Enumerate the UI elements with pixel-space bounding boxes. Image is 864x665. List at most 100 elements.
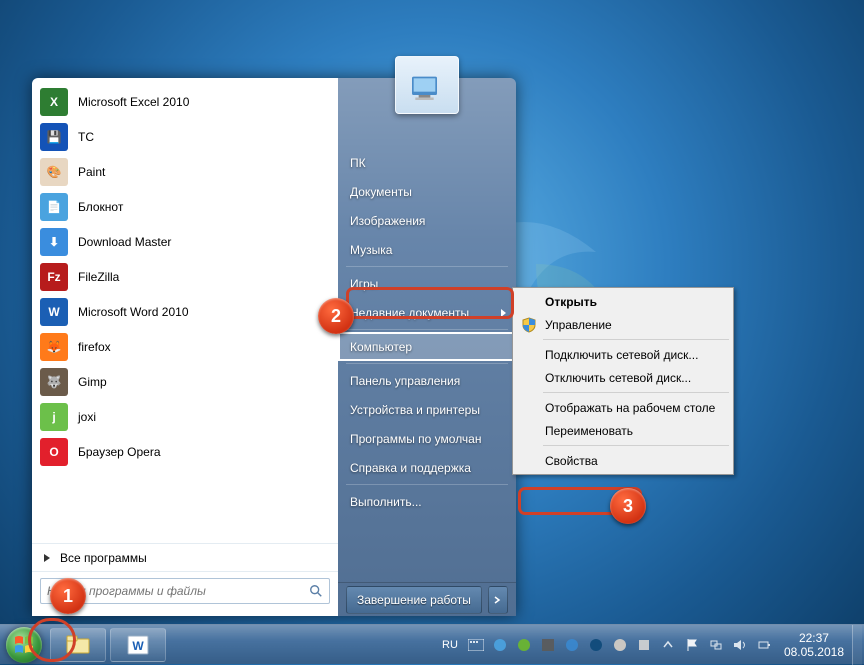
- tray-chevron-up-icon[interactable]: [658, 635, 678, 655]
- program-label: firefox: [78, 340, 111, 354]
- right-panel-item[interactable]: Справка и поддержка: [338, 453, 516, 482]
- program-item[interactable]: 🦊firefox: [32, 329, 338, 364]
- shutdown-label: Завершение работы: [357, 593, 471, 607]
- clock-time: 22:37: [784, 631, 844, 645]
- separator: [346, 329, 508, 330]
- right-panel-item[interactable]: Устройства и принтеры: [338, 395, 516, 424]
- search-icon: [303, 584, 329, 598]
- program-label: Paint: [78, 165, 105, 179]
- separator: [543, 339, 729, 340]
- start-menu-left: X Microsoft Excel 2010 💾TC🎨Paint📄Блокнот ⬇ D…: [32, 78, 338, 616]
- right-panel-item[interactable]: Программы по умолчан: [338, 424, 516, 453]
- program-item[interactable]: 🎨Paint: [32, 154, 338, 189]
- system-tray: RU 22:37 08.05.2018: [436, 625, 864, 664]
- program-item[interactable]: 💾TC: [32, 119, 338, 154]
- program-label: joxi: [78, 410, 96, 424]
- program-icon: 🐺: [40, 368, 68, 396]
- separator: [543, 392, 729, 393]
- task-word[interactable]: W: [110, 628, 166, 662]
- right-item-label: Устройства и принтеры: [350, 403, 480, 417]
- context-menu-item[interactable]: Переименовать: [515, 419, 731, 442]
- program-item[interactable]: ⬇ Download Master: [32, 224, 338, 259]
- tray-app4-icon[interactable]: [562, 635, 582, 655]
- program-label: Microsoft Excel 2010: [78, 95, 189, 109]
- context-item-label: Управление: [545, 318, 612, 332]
- program-icon: 📄: [40, 193, 68, 221]
- right-panel-item[interactable]: Документы: [338, 177, 516, 206]
- right-panel-item[interactable]: Компьютер: [338, 332, 516, 361]
- program-label: FileZilla: [78, 270, 119, 284]
- shutdown-button[interactable]: Завершение работы: [346, 586, 482, 614]
- context-item-label: Отображать на рабочем столе: [545, 401, 715, 415]
- program-label: Gimp: [78, 375, 107, 389]
- context-menu-item[interactable]: Свойства: [515, 449, 731, 472]
- program-item[interactable]: WMicrosoft Word 2010: [32, 294, 338, 329]
- shutdown-row: Завершение работы: [338, 582, 516, 616]
- tray-network-icon[interactable]: [706, 635, 726, 655]
- context-item-label: Открыть: [545, 295, 597, 309]
- right-item-label: Документы: [350, 185, 412, 199]
- program-icon: Fz: [40, 263, 68, 291]
- program-label: Браузер Opera: [78, 445, 161, 459]
- triangle-right-icon: [44, 554, 50, 562]
- clock-date: 08.05.2018: [784, 645, 844, 659]
- context-menu-item[interactable]: Отображать на рабочем столе: [515, 396, 731, 419]
- shutdown-options-arrow[interactable]: [488, 586, 508, 614]
- right-item-label: Компьютер: [350, 340, 412, 354]
- all-programs[interactable]: Все программы: [32, 543, 338, 571]
- program-list: X Microsoft Excel 2010 💾TC🎨Paint📄Блокнот ⬇ D…: [32, 84, 338, 539]
- context-item-label: Подключить сетевой диск...: [545, 348, 698, 362]
- taskbar: W RU 22:37 08.05.2018: [0, 624, 864, 664]
- context-menu: Открыть Управление Подключить сетевой диск…: [512, 287, 734, 475]
- right-panel-item[interactable]: Музыка: [338, 235, 516, 264]
- context-menu-item[interactable]: Открыть: [515, 290, 731, 313]
- callout-2: 2: [318, 298, 354, 334]
- program-item[interactable]: OБраузер Opera: [32, 434, 338, 469]
- context-menu-item[interactable]: Управление: [515, 313, 731, 336]
- program-icon: 💾: [40, 123, 68, 151]
- program-label: Download Master: [78, 235, 171, 249]
- program-icon: X: [40, 88, 68, 116]
- separator: [346, 363, 508, 364]
- right-panel-item[interactable]: Панель управления: [338, 366, 516, 395]
- tray-app2-icon[interactable]: [514, 635, 534, 655]
- right-item-label: Программы по умолчан: [350, 432, 481, 446]
- start-menu: X Microsoft Excel 2010 💾TC🎨Paint📄Блокнот ⬇ D…: [32, 78, 516, 616]
- right-panel-item[interactable]: ПК: [338, 148, 516, 177]
- right-item-label: Справка и поддержка: [350, 461, 471, 475]
- program-icon: ⬇: [40, 228, 68, 256]
- tray-volume-icon[interactable]: [730, 635, 750, 655]
- program-item[interactable]: 📄Блокнот: [32, 189, 338, 224]
- program-icon: j: [40, 403, 68, 431]
- tray-keyboard-icon[interactable]: [466, 635, 486, 655]
- taskbar-clock[interactable]: 22:37 08.05.2018: [776, 631, 852, 659]
- program-item[interactable]: X Microsoft Excel 2010: [32, 84, 338, 119]
- context-menu-item[interactable]: Подключить сетевой диск...: [515, 343, 731, 366]
- tray-app6-icon[interactable]: [610, 635, 630, 655]
- highlight-ring-computer: [346, 287, 514, 319]
- program-icon: W: [40, 298, 68, 326]
- right-item-label: Панель управления: [350, 374, 460, 388]
- language-indicator[interactable]: RU: [436, 634, 464, 656]
- tray-flag-icon[interactable]: [682, 635, 702, 655]
- right-item-label: Музыка: [350, 243, 392, 257]
- user-picture[interactable]: [395, 56, 459, 114]
- tray-app7-icon[interactable]: [634, 635, 654, 655]
- right-item-label: Изображения: [350, 214, 425, 228]
- svg-text:W: W: [132, 639, 144, 653]
- tray-power-icon[interactable]: [754, 635, 774, 655]
- program-item[interactable]: Fz FileZilla: [32, 259, 338, 294]
- separator: [346, 266, 508, 267]
- context-menu-item[interactable]: Отключить сетевой диск...: [515, 366, 731, 389]
- tray-app5-icon[interactable]: [586, 635, 606, 655]
- tray-app1-icon[interactable]: [490, 635, 510, 655]
- shield-icon: [521, 317, 537, 333]
- all-programs-label: Все программы: [60, 551, 147, 565]
- show-desktop-button[interactable]: [852, 625, 862, 665]
- right-item-label: ПК: [350, 156, 366, 170]
- tray-app3-icon[interactable]: [538, 635, 558, 655]
- right-panel-item[interactable]: Выполнить...: [338, 487, 516, 516]
- program-item[interactable]: 🐺 Gimp: [32, 364, 338, 399]
- right-panel-item[interactable]: Изображения: [338, 206, 516, 235]
- program-item[interactable]: jjoxi: [32, 399, 338, 434]
